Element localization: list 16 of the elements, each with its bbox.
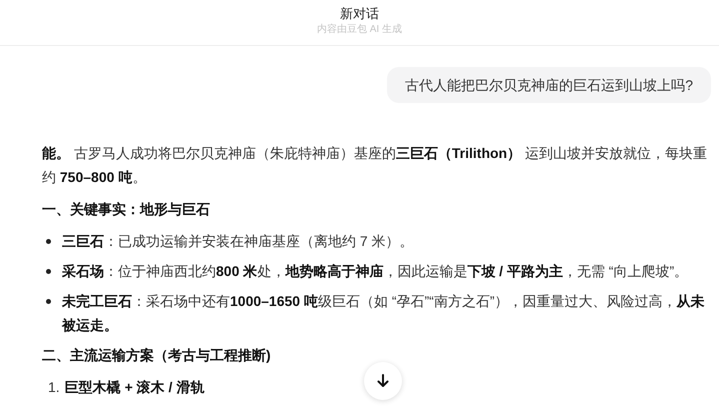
- header-subtitle: 内容由豆包 AI 生成: [316, 23, 402, 37]
- arrow-down-icon: [377, 374, 389, 388]
- window-title: 新对话: [340, 5, 379, 23]
- list-number: 1.: [48, 378, 60, 397]
- answer-paragraph: 能。 古罗马人成功将巴尔贝克神庙（朱庇特神庙）基座的三巨石（Trilithon） 运到山坡并安放就位，每块重约 750–800 吨。: [42, 144, 707, 187]
- bullet-text: 未完工巨石：采石场中还有1000–1650 吨级巨石（如 “孕石”“南方之石”），因重量过大、风险过高，从未被运走。: [62, 292, 706, 335]
- bullet-text: 三巨石：已成功运输并安装在神庙基座（离地约 7 米）。: [62, 232, 414, 251]
- section-heading: 二、主流运输方案（考古与工程推断): [42, 346, 272, 365]
- bullet-icon: [46, 269, 51, 274]
- bullet-icon: [46, 239, 51, 244]
- section-heading: 一、关键事实：地形与巨石: [42, 200, 211, 219]
- user-message: 古代人能把巴尔贝克神庙的巨石运到山坡上吗?: [387, 67, 711, 103]
- bullet-text: 采石场：位于神庙西北约800 米处，地势略高于神庙，因此运输是下坡 / 平路为主，无需 “向上爬坡”。: [62, 262, 688, 281]
- list-item-text: 巨型木橇 + 滚木 / 滑轨: [64, 378, 204, 397]
- bullet-icon: [46, 299, 51, 304]
- scroll-down-button[interactable]: [364, 362, 402, 400]
